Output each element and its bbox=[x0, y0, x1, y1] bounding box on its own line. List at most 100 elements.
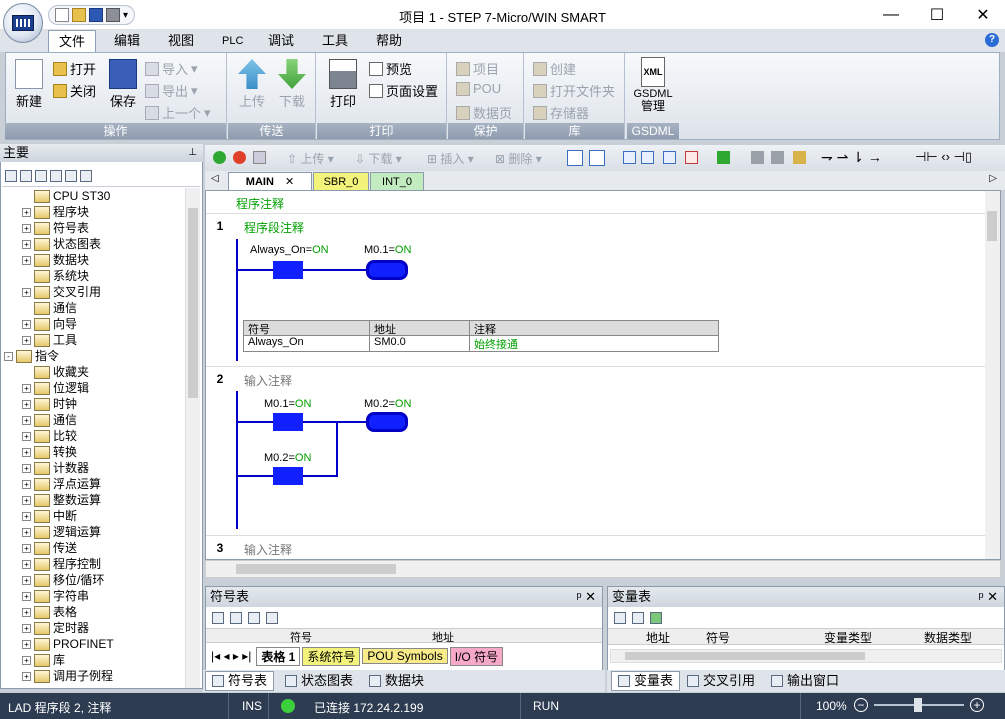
tree-item[interactable]: + 交叉引用 bbox=[2, 284, 185, 300]
open-folder-button[interactable]: 打开文件夹 bbox=[533, 81, 615, 100]
tree-item[interactable]: + 时钟 bbox=[2, 396, 185, 412]
tab-scroll-right-icon[interactable]: ▷ bbox=[989, 173, 997, 184]
protect-datapage-button[interactable]: 数据页 bbox=[456, 103, 512, 122]
ladder-editor[interactable]: 程序注释 1 程序段注释 Always_On=ON M0.1=ON 符号 地址 … bbox=[205, 190, 1001, 560]
variable-tool-icon-2[interactable] bbox=[632, 611, 644, 624]
expander-icon[interactable]: + bbox=[22, 575, 31, 585]
zoom-in-icon[interactable]: + bbox=[970, 698, 984, 712]
tab-debug[interactable]: 调试 bbox=[258, 30, 304, 52]
editor-upload-button[interactable]: ⇧ 上传 ▾ bbox=[287, 150, 334, 167]
pin-icon[interactable]: ⊥ bbox=[188, 144, 197, 162]
create-library-button[interactable]: 创建 bbox=[533, 59, 576, 78]
tree-item[interactable]: + PROFINET bbox=[2, 636, 185, 652]
bookmark-next-icon[interactable] bbox=[589, 150, 605, 166]
tree-item[interactable]: + 状态图表 bbox=[2, 236, 185, 252]
preview-button[interactable]: 预览 bbox=[369, 59, 412, 78]
tree-item[interactable]: + 通信 bbox=[2, 412, 185, 428]
symbol-tool-icon-2[interactable] bbox=[230, 611, 242, 624]
lock-icon-2[interactable] bbox=[771, 151, 784, 164]
expander-icon[interactable]: + bbox=[22, 447, 31, 457]
expander-icon[interactable]: + bbox=[22, 335, 31, 345]
expander-icon[interactable]: + bbox=[22, 319, 31, 329]
help-icon[interactable]: ? bbox=[985, 33, 999, 47]
tab-view[interactable]: 视图 bbox=[158, 30, 204, 52]
bottom-tab-symbol-table[interactable]: 符号表 bbox=[205, 671, 275, 691]
sheet-tab-system[interactable]: 系统符号 bbox=[302, 646, 361, 666]
insert-button[interactable]: ⊞ 插入 ▾ bbox=[427, 150, 474, 167]
ladder-elements-icon[interactable]: ⊣⊢ ‹› ⊣▯ bbox=[915, 149, 972, 165]
network-icon-1[interactable] bbox=[623, 151, 636, 164]
tree-item[interactable]: + 逻辑运算 bbox=[2, 524, 185, 540]
expander-icon[interactable]: + bbox=[22, 591, 31, 601]
tree-item[interactable]: 系统块 bbox=[2, 268, 185, 284]
tab-file[interactable]: 文件 bbox=[48, 30, 97, 53]
memory-button[interactable]: 存储器 bbox=[533, 103, 589, 122]
tree-item[interactable]: CPU ST30 bbox=[2, 188, 185, 204]
expander-icon[interactable]: + bbox=[22, 511, 31, 521]
tree-item[interactable]: + 定时器 bbox=[2, 620, 185, 636]
branch-icon[interactable]: ⇁ ⇀ ⇂ → bbox=[821, 149, 882, 166]
tab-scroll-left-icon[interactable]: ◁ bbox=[211, 173, 219, 184]
tree-item[interactable]: + 整数运算 bbox=[2, 492, 185, 508]
tree-tool-icon-5[interactable] bbox=[65, 169, 77, 182]
tab-tools[interactable]: 工具 bbox=[312, 30, 358, 52]
upload-button[interactable]: 上传 bbox=[234, 59, 270, 110]
bottom-tab-variable-table[interactable]: 变量表 bbox=[611, 671, 681, 691]
expander-icon[interactable]: + bbox=[22, 463, 31, 473]
bottom-tab-status-chart[interactable]: 状态图表 bbox=[279, 671, 359, 691]
run-icon[interactable] bbox=[213, 151, 226, 164]
expander-icon[interactable]: + bbox=[22, 383, 31, 393]
maximize-button[interactable]: ☐ bbox=[914, 0, 960, 30]
lock-icon-1[interactable] bbox=[751, 151, 764, 164]
save-button[interactable]: 保存 bbox=[105, 59, 141, 110]
contact-m02[interactable] bbox=[273, 467, 303, 485]
editor-download-button[interactable]: ⇩ 下载 ▾ bbox=[355, 150, 402, 167]
expander-icon[interactable]: + bbox=[22, 255, 31, 265]
editor-vscroll-thumb[interactable] bbox=[987, 211, 997, 241]
tree-tool-icon-1[interactable] bbox=[5, 169, 17, 182]
contact-always-on[interactable] bbox=[273, 261, 303, 279]
expander-icon[interactable]: + bbox=[22, 623, 31, 633]
download-button[interactable]: 下载 bbox=[274, 59, 310, 110]
network-icon-3[interactable] bbox=[663, 151, 676, 164]
expander-icon[interactable]: + bbox=[22, 543, 31, 553]
variable-panel-close-icon[interactable]: ᵖ ✕ bbox=[979, 587, 998, 607]
tree-item[interactable]: + 工具 bbox=[2, 332, 185, 348]
export-button[interactable]: 导出 ▾ bbox=[145, 81, 198, 100]
app-menu-button[interactable] bbox=[3, 3, 43, 43]
tab-plc[interactable]: PLC bbox=[212, 30, 253, 52]
tree-item[interactable]: + 位逻辑 bbox=[2, 380, 185, 396]
tree-item[interactable]: + 数据块 bbox=[2, 252, 185, 268]
coil-m01[interactable] bbox=[366, 260, 408, 280]
expander-icon[interactable]: + bbox=[22, 239, 31, 249]
zoom-slider-thumb[interactable] bbox=[914, 698, 922, 712]
expander-icon[interactable]: + bbox=[22, 287, 31, 297]
expander-icon[interactable]: + bbox=[22, 671, 31, 681]
variable-hscrollbar[interactable] bbox=[610, 649, 1002, 663]
symbol-tool-icon-4[interactable] bbox=[266, 611, 278, 624]
expander-icon[interactable]: - bbox=[4, 351, 13, 361]
tab-sbr0[interactable]: SBR_0 bbox=[313, 172, 369, 190]
tree-scrollbar[interactable] bbox=[185, 188, 200, 688]
expander-icon[interactable]: + bbox=[22, 223, 31, 233]
tab-int0[interactable]: INT_0 bbox=[370, 172, 424, 190]
network-icon-2[interactable] bbox=[641, 151, 654, 164]
tab-help[interactable]: 帮助 bbox=[366, 30, 412, 52]
expander-icon[interactable]: + bbox=[22, 431, 31, 441]
tree-item[interactable]: + 表格 bbox=[2, 604, 185, 620]
tree-item[interactable]: + 向导 bbox=[2, 316, 185, 332]
previous-button[interactable]: 上一个 ▾ bbox=[145, 103, 211, 122]
bottom-tab-output[interactable]: 输出窗口 bbox=[765, 671, 845, 691]
tree-item[interactable]: + 浮点运算 bbox=[2, 476, 185, 492]
bottom-tab-data-block[interactable]: 数据块 bbox=[363, 671, 430, 691]
open-button[interactable]: 打开 bbox=[53, 59, 96, 78]
symbol-panel-close-icon[interactable]: ᵖ ✕ bbox=[577, 587, 596, 607]
expander-icon[interactable]: + bbox=[22, 639, 31, 649]
program-comment[interactable]: 程序注释 bbox=[236, 195, 284, 212]
expander-icon[interactable]: + bbox=[22, 527, 31, 537]
editor-hscroll-thumb[interactable] bbox=[236, 564, 396, 574]
tree-item[interactable]: + 调用子例程 bbox=[2, 668, 185, 684]
network-1-comment[interactable]: 程序段注释 bbox=[244, 219, 304, 236]
delete-button[interactable]: ⊠ 删除 ▾ bbox=[495, 150, 542, 167]
gsdml-manage-button[interactable]: XML GSDML 管理 bbox=[631, 57, 675, 113]
